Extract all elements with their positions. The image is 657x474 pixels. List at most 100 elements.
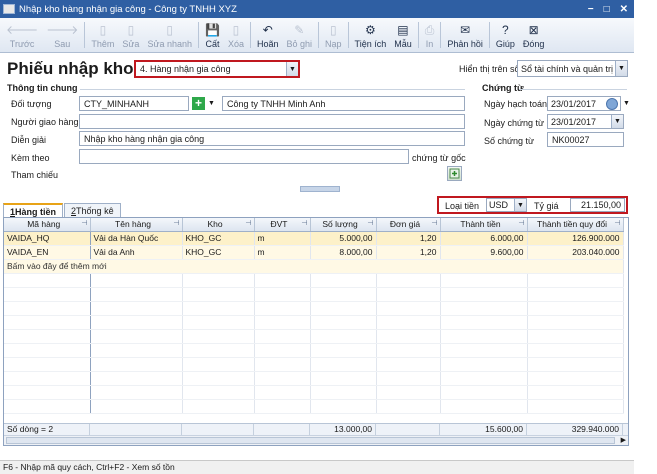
table-cell[interactable]: 203.040.000 bbox=[527, 245, 624, 260]
table-row[interactable]: VAIDA_EN Vải da Anh KHO_GC m 8.000,00 1,20 9.6… bbox=[4, 245, 624, 260]
tab-1[interactable]: 2 Thống kê bbox=[64, 203, 121, 218]
reference-icon[interactable] bbox=[447, 166, 462, 181]
add-new-row[interactable]: Bấm vào đây để thêm mới bbox=[4, 259, 624, 274]
table-cell[interactable]: m bbox=[254, 231, 311, 246]
pin-icon[interactable]: ⊣ bbox=[301, 219, 307, 227]
view-on-book-value: Sổ tài chính và quản trị bbox=[521, 63, 614, 74]
pin-icon[interactable]: ⊣ bbox=[367, 219, 373, 227]
table-cell[interactable]: VAIDA_HQ bbox=[4, 231, 91, 246]
column-header[interactable]: Mã hàng ⊣ bbox=[4, 218, 91, 232]
object-code-input[interactable]: CTY_MINHANH bbox=[79, 96, 189, 111]
table-cell[interactable]: 126.900.000 bbox=[527, 231, 624, 246]
toolbar-button-14[interactable]: ? Giúp bbox=[492, 18, 519, 52]
pin-icon[interactable]: ⊣ bbox=[173, 219, 179, 227]
column-header[interactable]: Thành tiền ⊣ bbox=[440, 218, 528, 232]
toolbar-button-9[interactable]: ▯ Nạp bbox=[321, 18, 346, 52]
toolbar-button-3[interactable]: ▯ Sửa bbox=[118, 18, 143, 52]
voucher-date-input[interactable]: 23/01/2017 ▼ bbox=[547, 114, 624, 129]
chevron-down-icon[interactable]: ▼ bbox=[286, 62, 298, 76]
toolbar-button-label: Tiện ích bbox=[354, 39, 387, 49]
tab-0[interactable]: 1 Hàng tiền bbox=[3, 203, 64, 218]
table-cell[interactable]: 8.000,00 bbox=[310, 245, 377, 260]
empty-cell bbox=[440, 399, 528, 414]
chevron-down-icon[interactable]: ▼ bbox=[611, 115, 623, 128]
exchange-rate-input[interactable]: 21.150,00 bbox=[570, 198, 625, 212]
empty-cell bbox=[4, 343, 91, 358]
column-header[interactable]: Số lượng ⊣ bbox=[310, 218, 377, 232]
table-cell[interactable]: 1,20 bbox=[376, 245, 441, 260]
window-title: Nhập kho hàng nhận gia công - Công ty TN… bbox=[19, 3, 237, 15]
scrollbar-thumb[interactable] bbox=[6, 437, 615, 444]
voucher-type-select[interactable]: 4. Hàng nhận gia công ▼ bbox=[134, 60, 300, 78]
table-cell[interactable]: VAIDA_EN bbox=[4, 245, 91, 260]
chevron-down-icon[interactable]: ▼ bbox=[514, 199, 526, 211]
view-on-book-select[interactable]: Sổ tài chính và quản trị ▼ bbox=[517, 60, 628, 77]
column-header[interactable]: ĐVT ⊣ bbox=[254, 218, 311, 232]
column-header[interactable]: Đơn giá ⊣ bbox=[376, 218, 441, 232]
empty-cell bbox=[440, 315, 528, 330]
voucher-number-label: Số chứng từ bbox=[484, 136, 535, 146]
maximize-button[interactable]: □ bbox=[604, 4, 610, 15]
toolbar-button-12[interactable]: ⎙ In bbox=[421, 18, 439, 52]
column-header[interactable]: Kho ⊣ bbox=[182, 218, 255, 232]
table-row[interactable]: VAIDA_HQ Vải da Hàn Quốc KHO_GC m 5.000,00 1,… bbox=[4, 231, 624, 246]
toolbar-button-15[interactable]: ⊠ Đóng bbox=[519, 18, 549, 52]
empty-cell bbox=[90, 399, 183, 414]
toolbar-button-7[interactable]: ↶ Hoãn bbox=[253, 18, 283, 52]
panel-splitter[interactable] bbox=[300, 186, 340, 192]
description-input[interactable]: Nhập kho hàng nhận gia công bbox=[79, 131, 465, 146]
pin-icon[interactable]: ⊣ bbox=[431, 219, 437, 227]
toolbar-button-6[interactable]: ▯ Xóa bbox=[224, 18, 248, 52]
toolbar-button-10[interactable]: ⚙ Tiện ích bbox=[351, 18, 391, 52]
chevron-down-icon[interactable]: ▼ bbox=[615, 61, 627, 76]
currency-select[interactable]: USD ▼ bbox=[486, 198, 527, 212]
print-icon: ⎙ bbox=[424, 22, 435, 37]
pin-icon[interactable]: ⊣ bbox=[81, 219, 87, 227]
horizontal-scrollbar[interactable]: ▶ bbox=[4, 435, 628, 445]
toolbar-button-13[interactable]: ✉ Phản hồi bbox=[443, 18, 487, 52]
empty-cell bbox=[310, 287, 377, 302]
table-cell[interactable]: KHO_GC bbox=[182, 231, 255, 246]
section-divider bbox=[80, 89, 465, 90]
toolbar-button-4[interactable]: ▯ Sửa nhanh bbox=[143, 18, 196, 52]
chevron-down-icon[interactable]: ▼ bbox=[208, 100, 215, 107]
toolbar-button-8[interactable]: ✎ Bỏ ghi bbox=[282, 18, 316, 52]
chevron-right-icon[interactable]: ▶ bbox=[621, 436, 626, 444]
object-name-input[interactable]: Công ty TNHH Minh Anh bbox=[222, 96, 465, 111]
toolbar-button-5[interactable]: 💾 Cất bbox=[201, 18, 224, 52]
pin-icon[interactable]: ⊣ bbox=[518, 219, 524, 227]
toolbar-button-1[interactable]: 🡒 Sau bbox=[42, 18, 82, 52]
toolbar-button-label: Sửa bbox=[122, 39, 140, 49]
toolbar-button-2[interactable]: ▯ Thêm bbox=[87, 18, 118, 52]
attach-input[interactable] bbox=[79, 149, 409, 164]
calendar-icon[interactable] bbox=[606, 97, 618, 110]
column-header[interactable]: Tên hàng ⊣ bbox=[90, 218, 183, 232]
deliverer-input[interactable] bbox=[79, 114, 465, 129]
add-object-icon[interactable]: + bbox=[192, 97, 205, 110]
add-new-row-hint[interactable]: Bấm vào đây để thêm mới bbox=[4, 259, 624, 274]
toolbar-button-11[interactable]: ▤ Mẫu bbox=[390, 18, 416, 52]
close-window-button[interactable]: ✕ bbox=[620, 4, 628, 15]
table-cell[interactable]: 9.600,00 bbox=[440, 245, 528, 260]
table-cell[interactable]: 5.000,00 bbox=[310, 231, 377, 246]
posting-date-input[interactable]: 23/01/2017 bbox=[547, 96, 621, 111]
column-header[interactable]: Thành tiền quy đổi ⊣ bbox=[527, 218, 624, 232]
minimize-button[interactable]: − bbox=[588, 4, 594, 15]
pin-icon[interactable]: ⊣ bbox=[614, 219, 620, 227]
table-cell[interactable]: KHO_GC bbox=[182, 245, 255, 260]
voucher-number-input[interactable]: NK00027 bbox=[547, 132, 624, 147]
empty-cell bbox=[4, 357, 91, 372]
empty-cell bbox=[4, 385, 91, 400]
empty-cell bbox=[440, 343, 528, 358]
toolbar-button-0[interactable]: 🡐 Trước bbox=[2, 18, 42, 52]
chevron-down-icon[interactable]: ▼ bbox=[623, 100, 630, 107]
empty-cell bbox=[254, 343, 311, 358]
arrow-right-icon: 🡒 bbox=[46, 22, 79, 37]
table-cell[interactable]: Vải da Hàn Quốc bbox=[90, 231, 183, 246]
table-cell[interactable]: 6.000,00 bbox=[440, 231, 528, 246]
table-cell[interactable]: m bbox=[254, 245, 311, 260]
table-cell[interactable]: 1,20 bbox=[376, 231, 441, 246]
table-cell[interactable]: Vải da Anh bbox=[90, 245, 183, 260]
pin-icon[interactable]: ⊣ bbox=[245, 219, 251, 227]
grid-header-row: Mã hàng ⊣ Tên hàng ⊣ Kho ⊣ ĐVT ⊣ Số lượng ⊣ Đơn gi… bbox=[4, 218, 624, 232]
